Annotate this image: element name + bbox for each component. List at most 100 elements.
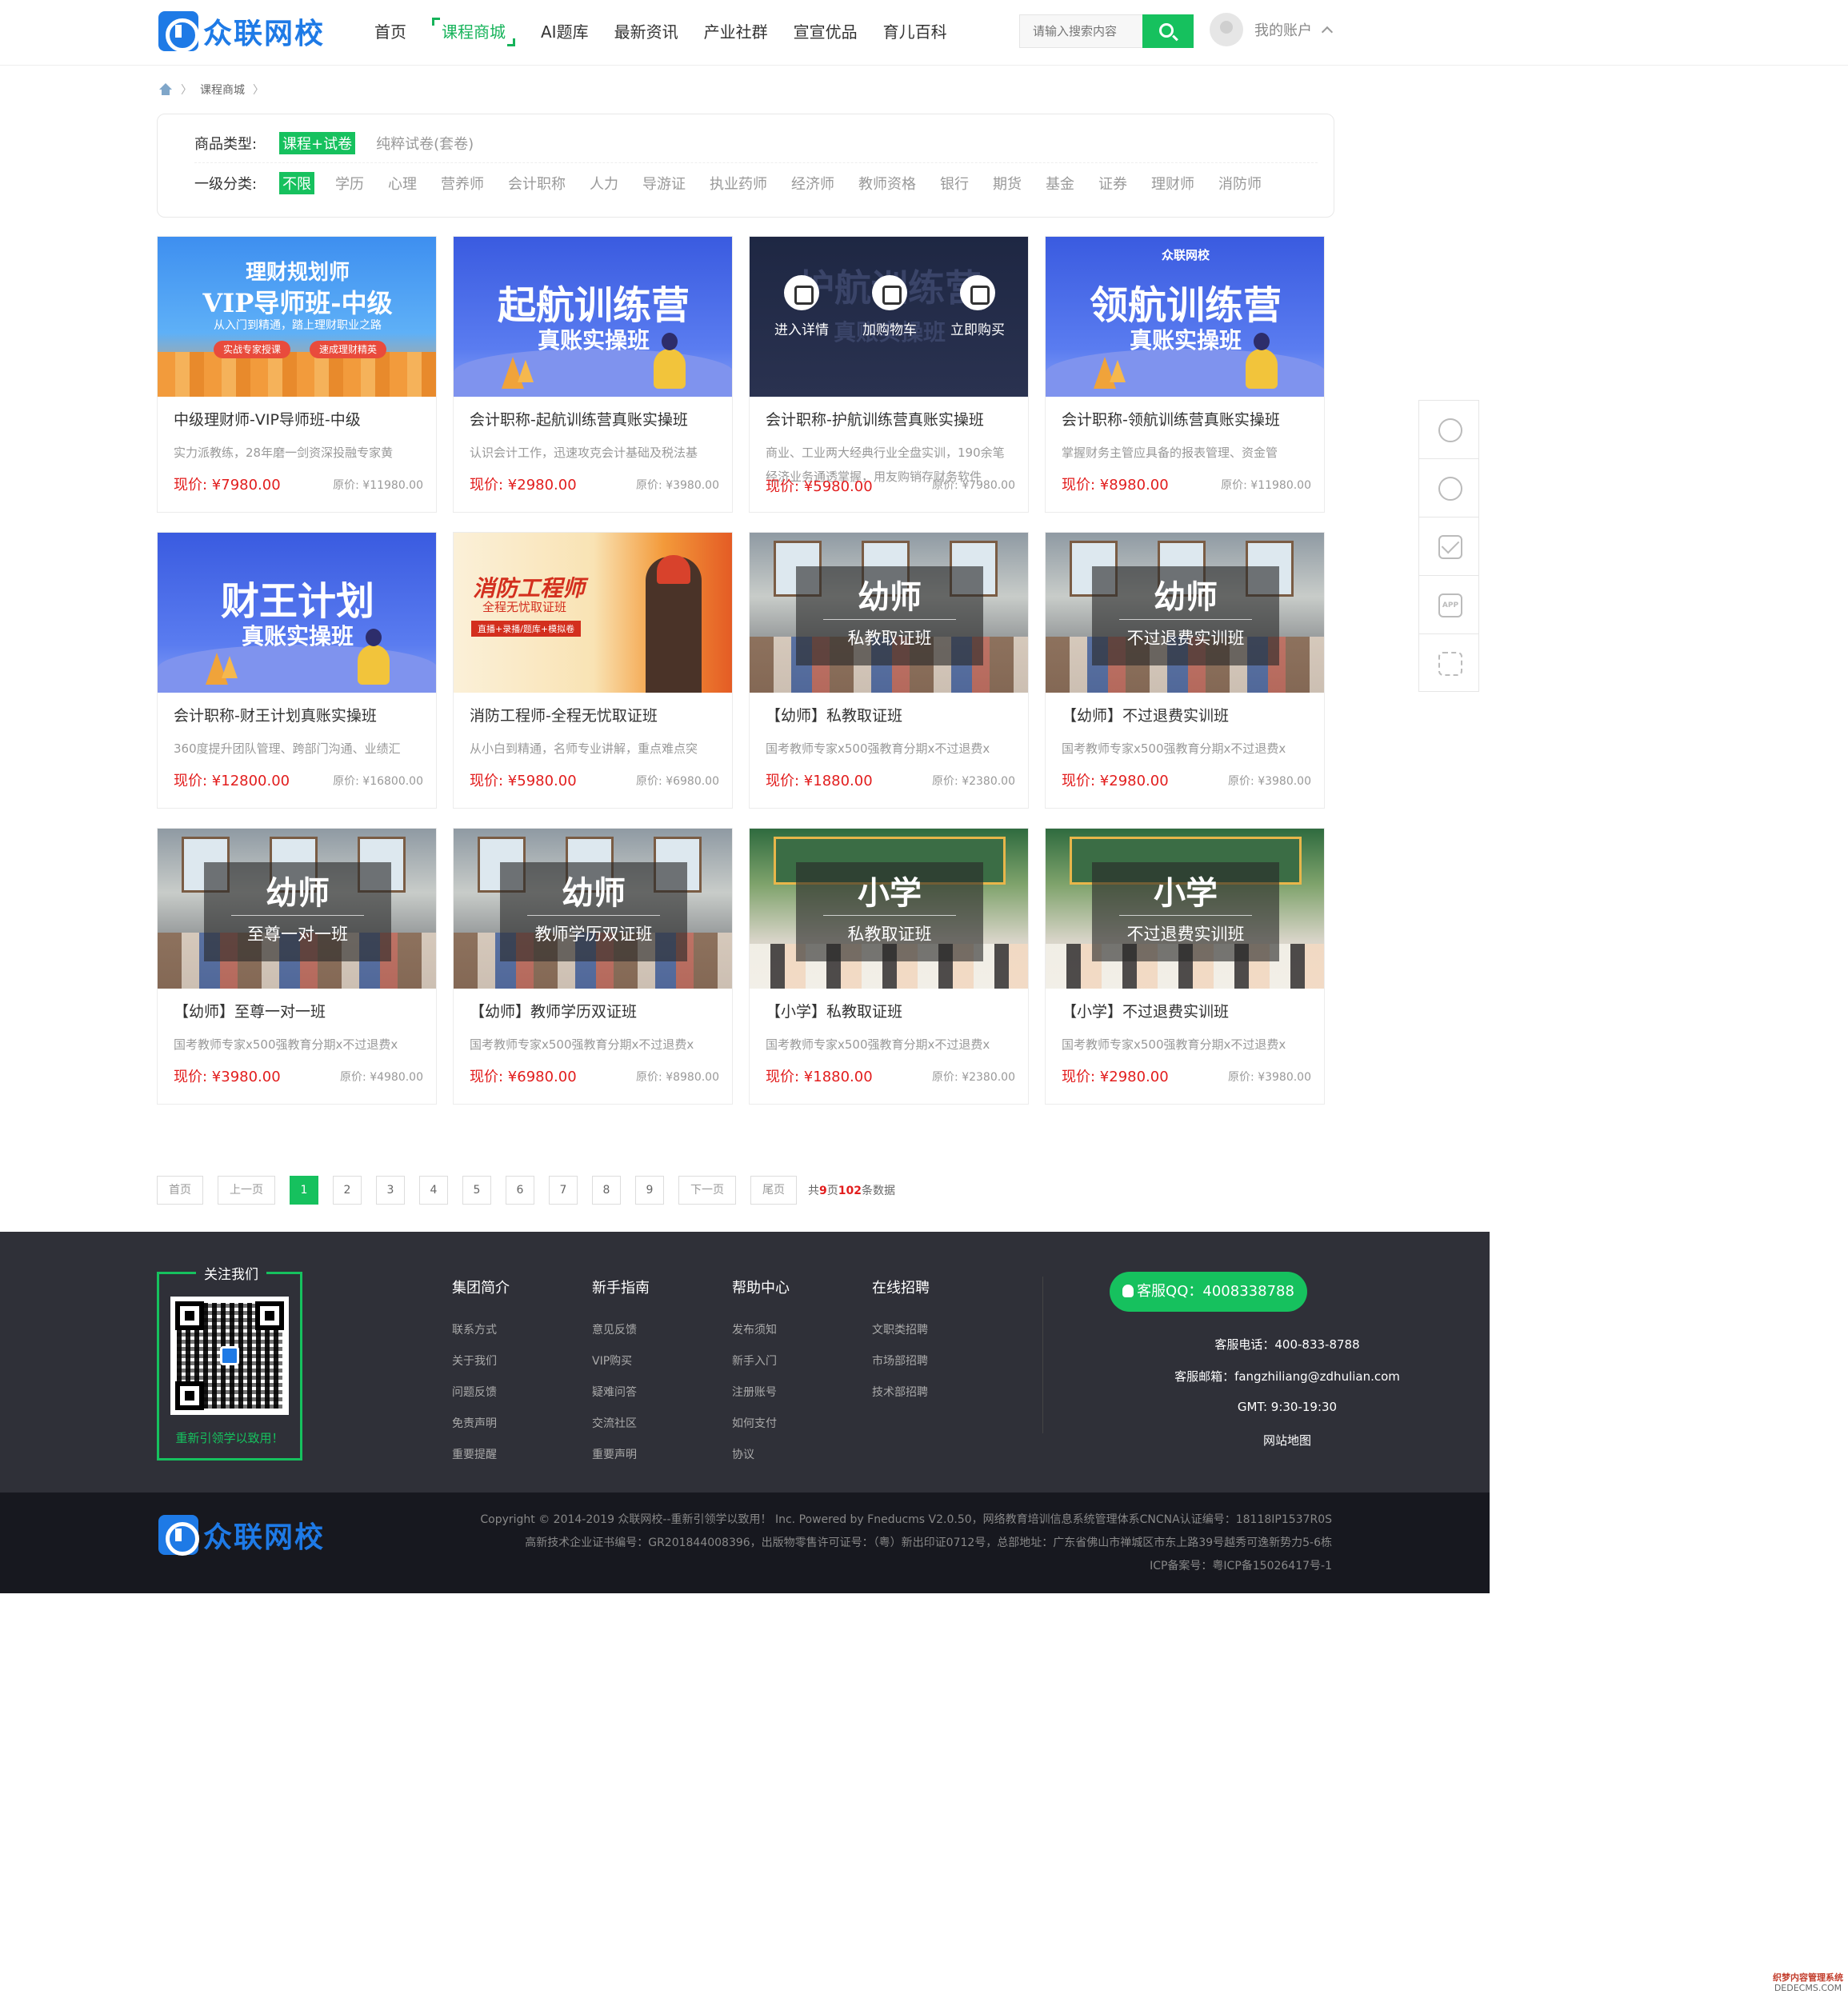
feedback-button[interactable]: [1418, 458, 1479, 517]
product-card[interactable]: 小学 不过退费实训班 【小学】不过退费实训班 国考教师专家x500强教育分期x不过退费…: [1045, 828, 1325, 1105]
filter-category-option[interactable]: 不限: [279, 172, 314, 194]
product-banner[interactable]: 幼师 私教取证班: [750, 533, 1028, 693]
product-card[interactable]: 幼师 教师学历双证班 【幼师】教师学历双证班 国考教师专家x500强教育分期x不过退费…: [453, 828, 733, 1105]
filter-type-option[interactable]: 纯粹试卷(套卷): [373, 132, 477, 154]
footer-link[interactable]: 新手入门: [732, 1346, 790, 1377]
page-first-button[interactable]: 首页: [157, 1176, 203, 1205]
product-title[interactable]: 【小学】不过退费实训班: [1062, 1000, 1318, 1021]
footer-link[interactable]: VIP购买: [592, 1346, 650, 1377]
footer-link[interactable]: 关于我们: [452, 1346, 510, 1377]
product-title[interactable]: 【小学】私教取证班: [766, 1000, 1022, 1021]
footer-link[interactable]: 市场部招聘: [872, 1346, 930, 1377]
page-number[interactable]: 2: [333, 1176, 362, 1205]
footer-link[interactable]: 注册账号: [732, 1377, 790, 1409]
home-icon[interactable]: [158, 83, 173, 96]
qq-service-button[interactable]: 客服QQ：4008338788: [1110, 1272, 1307, 1312]
footer-link[interactable]: 疑难问答: [592, 1377, 650, 1409]
filter-category-option[interactable]: 导游证: [639, 172, 689, 194]
product-title[interactable]: 会计职称-护航训练营真账实操班: [766, 408, 1022, 430]
product-title[interactable]: 消防工程师-全程无忧取证班: [470, 704, 726, 725]
qrcode-button[interactable]: [1418, 633, 1479, 692]
product-title[interactable]: 会计职称-财王计划真账实操班: [174, 704, 430, 725]
product-banner[interactable]: 消防工程师 全程无忧取证班 直播+录播/题库+模拟卷: [454, 533, 732, 693]
footer-link[interactable]: 文职类招聘: [872, 1315, 930, 1346]
footer-link[interactable]: 重要声明: [592, 1440, 650, 1471]
filter-category-option[interactable]: 证券: [1095, 172, 1130, 194]
breadcrumb-current[interactable]: 课程商城: [200, 82, 245, 98]
filter-category-option[interactable]: 消防师: [1215, 172, 1265, 194]
product-title[interactable]: 会计职称-起航训练营真账实操班: [470, 408, 726, 430]
product-card[interactable]: 起航训练营 真账实操班 会计职称-起航训练营真账实操班 认识会计工作，迅速攻克会计基础…: [453, 236, 733, 513]
product-card[interactable]: 幼师 私教取证班 【幼师】私教取证班 国考教师专家x500强教育分期x不过退费x 现价:…: [749, 532, 1029, 809]
page-number[interactable]: 3: [376, 1176, 405, 1205]
filter-category-option[interactable]: 会计职称: [505, 172, 569, 194]
product-card[interactable]: 消防工程师 全程无忧取证班 直播+录播/题库+模拟卷 消防工程师-全程无忧取证班 从小白…: [453, 532, 733, 809]
product-banner[interactable]: 财王计划 真账实操班: [158, 533, 436, 693]
app-download-button[interactable]: APP: [1418, 575, 1479, 633]
product-banner[interactable]: 理财规划师 VIP导师班-中级 从入门到精通，踏上理财职业之路 实战专家授课 速成理财精…: [158, 237, 436, 397]
page-number[interactable]: 9: [635, 1176, 664, 1205]
page-number[interactable]: 8: [592, 1176, 621, 1205]
product-title[interactable]: 【幼师】教师学历双证班: [470, 1000, 726, 1021]
footer-link[interactable]: 意见反馈: [592, 1315, 650, 1346]
filter-category-option[interactable]: 学历: [332, 172, 367, 194]
nav-item-community[interactable]: 产业社群: [704, 18, 768, 46]
filter-category-option[interactable]: 执业药师: [706, 172, 770, 194]
product-card[interactable]: 理财规划师 VIP导师班-中级 从入门到精通，踏上理财职业之路 实战专家授课 速成理财精…: [157, 236, 437, 513]
product-banner[interactable]: 小学 不过退费实训班: [1046, 829, 1324, 989]
footer-link[interactable]: 协议: [732, 1440, 790, 1471]
nav-item-parenting[interactable]: 育儿百科: [883, 18, 947, 46]
footer-link[interactable]: 联系方式: [452, 1315, 510, 1346]
filter-category-option[interactable]: 基金: [1042, 172, 1078, 194]
filter-type-option[interactable]: 课程+试卷: [279, 132, 356, 154]
product-banner[interactable]: 幼师 不过退费实训班: [1046, 533, 1324, 693]
product-title[interactable]: 【幼师】私教取证班: [766, 704, 1022, 725]
page-number[interactable]: 5: [462, 1176, 491, 1205]
product-card[interactable]: 护航训练营真账实操班进入详情加购物车立即购买会计职称-护航训练营真账实操班商业、…: [749, 236, 1029, 513]
filter-category-option[interactable]: 银行: [937, 172, 972, 194]
nav-item-course-mall[interactable]: 课程商城: [432, 18, 515, 46]
footer-link[interactable]: 技术部招聘: [872, 1377, 930, 1409]
search-input[interactable]: [1019, 14, 1142, 48]
product-banner[interactable]: 小学 私教取证班: [750, 829, 1028, 989]
product-title[interactable]: 【幼师】至尊一对一班: [174, 1000, 430, 1021]
footer-link[interactable]: 交流社区: [592, 1409, 650, 1440]
account-menu[interactable]: 我的账户: [1210, 13, 1334, 46]
product-card[interactable]: 幼师 至尊一对一班 【幼师】至尊一对一班 国考教师专家x500强教育分期x不过退费x 现…: [157, 828, 437, 1105]
page-prev-button[interactable]: 上一页: [218, 1176, 275, 1205]
filter-category-option[interactable]: 人力: [586, 172, 622, 194]
filter-category-option[interactable]: 期货: [990, 172, 1025, 194]
page-last-button[interactable]: 尾页: [750, 1176, 797, 1205]
footer-link[interactable]: 发布须知: [732, 1315, 790, 1346]
footer-link[interactable]: 重要提醒: [452, 1440, 510, 1471]
product-title[interactable]: 会计职称-领航训练营真账实操班: [1062, 408, 1318, 430]
sitemap-link[interactable]: 网站地图: [1042, 1432, 1532, 1449]
product-card[interactable]: 幼师 不过退费实训班 【幼师】不过退费实训班 国考教师专家x500强教育分期x不过退费…: [1045, 532, 1325, 809]
page-number[interactable]: 7: [549, 1176, 578, 1205]
product-card[interactable]: 众联网校 领航训练营 真账实操班 会计职称-领航训练营真账实操班 掌握财务主管应具备的报…: [1045, 236, 1325, 513]
customer-service-button[interactable]: [1418, 400, 1479, 458]
footer-link[interactable]: 免责声明: [452, 1409, 510, 1440]
site-logo[interactable]: 众联网校: [158, 11, 325, 52]
product-title[interactable]: 【幼师】不过退费实训班: [1062, 704, 1318, 725]
product-card[interactable]: 小学 私教取证班 【小学】私教取证班 国考教师专家x500强教育分期x不过退费x 现价:…: [749, 828, 1029, 1105]
nav-item-products[interactable]: 宣宣优品: [794, 18, 858, 46]
buy-now-button[interactable]: 立即购买: [950, 275, 1005, 338]
filter-category-option[interactable]: 营养师: [438, 172, 487, 194]
nav-item-ai-question-bank[interactable]: AI题库: [541, 18, 589, 46]
page-number[interactable]: 1: [290, 1176, 318, 1205]
filter-category-option[interactable]: 心理: [385, 172, 420, 194]
product-banner[interactable]: 幼师 教师学历双证班: [454, 829, 732, 989]
product-banner[interactable]: 幼师 至尊一对一班: [158, 829, 436, 989]
filter-category-option[interactable]: 教师资格: [855, 172, 919, 194]
nav-item-news[interactable]: 最新资讯: [614, 18, 678, 46]
footer-link[interactable]: 如何支付: [732, 1409, 790, 1440]
page-number[interactable]: 6: [506, 1176, 534, 1205]
footer-logo[interactable]: 众联网校: [158, 1515, 325, 1556]
nav-item-home[interactable]: 首页: [374, 18, 406, 46]
filter-category-option[interactable]: 理财师: [1148, 172, 1198, 194]
page-number[interactable]: 4: [419, 1176, 448, 1205]
add-to-cart-button[interactable]: 加购物车: [862, 275, 917, 338]
filter-category-option[interactable]: 经济师: [788, 172, 838, 194]
search-button[interactable]: [1142, 14, 1194, 48]
